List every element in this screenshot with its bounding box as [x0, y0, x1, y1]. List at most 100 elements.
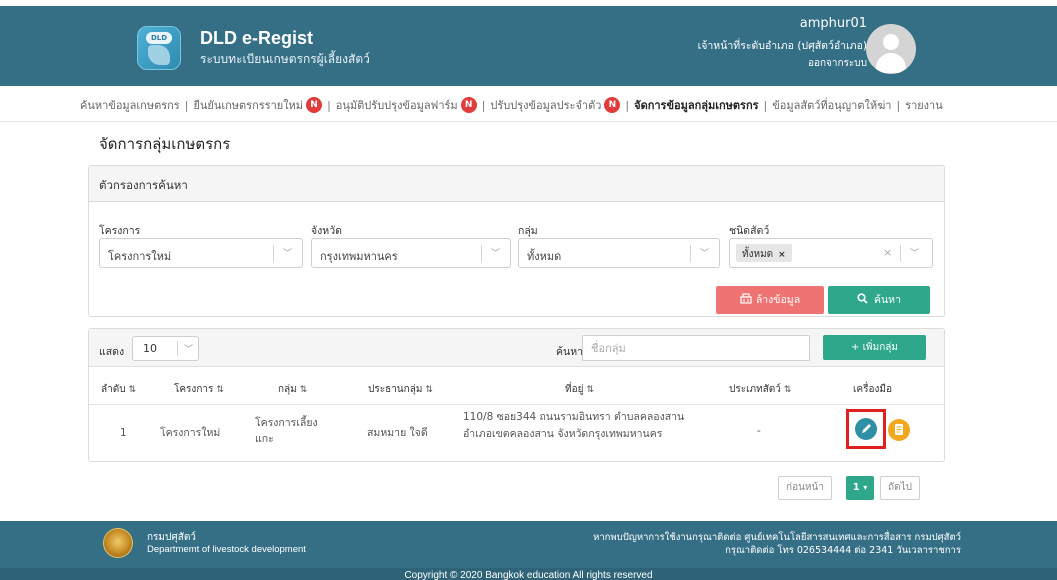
- column-header-animal-type[interactable]: ประเภทสัตว์ ⇅: [729, 382, 791, 397]
- logo-leaf-icon: [148, 45, 170, 65]
- select-divider: [481, 245, 482, 262]
- nav-item-manage-groups[interactable]: จัดการข้อมูลกลุ่มเกษตรกร: [634, 96, 758, 114]
- group-table-panel: แสดง 10 ﹀ ค้นหา : + เพิ่มกลุ่ม ลำดับ⇅ โค…: [88, 328, 945, 462]
- cell-address-line1: 110/8 ซอย344 ถนนรามอินทรา ตำบลคลองสาน: [463, 411, 685, 423]
- chevron-down-icon: ﹀: [491, 249, 501, 259]
- user-avatar-icon[interactable]: [866, 24, 916, 74]
- column-header-label: ลำดับ: [101, 384, 126, 395]
- province-select[interactable]: กรุงเทพมหานคร ﹀: [311, 238, 511, 268]
- sort-icon: ⇅: [783, 385, 792, 395]
- column-header-group[interactable]: กลุ่ม ⇅: [278, 382, 307, 397]
- copyright: Copyright © 2020 Bangkok education All r…: [0, 568, 1057, 580]
- filter-panel-title: ตัวกรองการค้นหา: [89, 166, 944, 202]
- next-page-button[interactable]: ถัดไป: [880, 476, 920, 500]
- column-header-index[interactable]: ลำดับ ⇅: [101, 382, 136, 397]
- app-header: DLD DLD e-Regist ระบบทะเบียนเกษตรกรผู้เล…: [0, 0, 1057, 86]
- table-toolbar: แสดง 10 ﹀ ค้นหา : + เพิ่มกลุ่ม: [89, 329, 944, 367]
- edit-highlight-box: [846, 409, 886, 449]
- current-page-select[interactable]: 1 ▾: [846, 476, 874, 500]
- sort-icon: ⇅: [216, 385, 224, 395]
- nav-item-approve-farm-update[interactable]: อนุมัติปรับปรุงข้อมูลฟาร์ม: [336, 96, 458, 114]
- column-header-label: ประเภทสัตว์: [729, 384, 781, 395]
- edit-button[interactable]: [855, 418, 877, 440]
- show-label: แสดง: [99, 346, 125, 358]
- sort-icon: ⇅: [425, 385, 433, 395]
- cell-group-line1: โครงการเลี้ยง: [255, 417, 318, 429]
- cell-animal-type: -: [757, 425, 761, 437]
- column-header-address[interactable]: ที่อยู่ ⇅: [565, 382, 594, 397]
- add-group-button[interactable]: + เพิ่มกลุ่ม: [823, 335, 926, 360]
- column-header-chairman[interactable]: ประธานกลุ่ม ⇅: [368, 382, 433, 397]
- tag-remove-icon[interactable]: ×: [778, 250, 786, 260]
- column-header-label: โครงการ: [174, 384, 214, 395]
- nav-item-confirm-new-farmer[interactable]: ยืนยันเกษตรกรรายใหม่: [193, 96, 303, 114]
- cell-address-line2: อำเภอเขตคลองสาน จังหวัดกรุงเทพมหานคร: [463, 428, 663, 440]
- nav-item-search-farmer[interactable]: ค้นหาข้อมูลเกษตรกร: [80, 96, 180, 114]
- nav-separator: |: [763, 98, 768, 112]
- chevron-down-icon: ﹀: [184, 345, 194, 355]
- sort-icon: ⇅: [586, 385, 595, 395]
- contact-line-2: กรุณาติดต่อ โทร 026534444 ต่อ 2341 วันเว…: [725, 545, 961, 556]
- logo-label: DLD: [146, 32, 172, 44]
- nav-separator: |: [184, 98, 189, 112]
- user-role: เจ้าหน้าที่ระดับอำเภอ (ปศุสัตว์อำเภอ): [697, 40, 867, 52]
- app-subtitle: ระบบทะเบียนเกษตรกรผู้เลี้ยงสัตว์: [200, 52, 370, 66]
- clear-selection-icon[interactable]: ×: [883, 246, 892, 259]
- chevron-down-icon: ▾: [863, 483, 868, 492]
- clear-button-label: ล้างข้อมูล: [755, 294, 801, 306]
- page-title: จัดการกลุ่มเกษตรกร: [99, 135, 231, 153]
- province-label: จังหวัด: [311, 225, 342, 237]
- nav-separator: |: [896, 98, 901, 112]
- view-document-button[interactable]: [888, 419, 910, 441]
- group-label: กลุ่ม: [518, 225, 538, 237]
- sort-icon: ⇅: [299, 385, 308, 395]
- column-header-project[interactable]: โครงการ ⇅: [174, 382, 224, 397]
- column-header-label: ที่อยู่: [565, 384, 584, 395]
- previous-page-button[interactable]: ก่อนหน้า: [778, 476, 832, 500]
- department-seal-logo: [103, 528, 133, 558]
- group-search-input[interactable]: [582, 335, 810, 361]
- logout-link[interactable]: ออกจากระบบ: [808, 56, 867, 71]
- filter-panel: ตัวกรองการค้นหา โครงการ โครงการใหม่ ﹀ จั…: [88, 165, 945, 317]
- chevron-down-icon: ﹀: [700, 249, 710, 259]
- cell-chairman: สมหมาย ใจดี: [367, 427, 428, 439]
- user-name: amphur01: [799, 16, 867, 31]
- pencil-icon: [862, 424, 871, 433]
- nav-items: ค้นหาข้อมูลเกษตรกร | ยืนยันเกษตรกรรายใหม…: [80, 96, 943, 114]
- table-row-divider: [89, 404, 944, 405]
- select-divider: [900, 245, 901, 262]
- animal-type-select[interactable]: ทั้งหมด × × ﹀: [729, 238, 933, 268]
- avatar-head: [883, 34, 899, 50]
- project-select[interactable]: โครงการใหม่ ﹀: [99, 238, 303, 268]
- current-page-number: 1: [852, 482, 860, 493]
- avatar-body: [876, 53, 906, 73]
- cell-index: 1: [120, 427, 127, 439]
- chevron-down-icon: ﹀: [910, 249, 920, 259]
- chevron-down-icon: ﹀: [283, 249, 293, 259]
- app-footer: กรมปศุสัตว์ Departmemt of livestock deve…: [0, 521, 1057, 580]
- app-title: DLD e-Regist: [200, 28, 314, 48]
- group-select[interactable]: ทั้งหมด ﹀: [518, 238, 720, 268]
- nav-item-reports[interactable]: รายงาน: [905, 96, 943, 114]
- select-divider: [690, 245, 691, 262]
- project-select-value: โครงการใหม่: [108, 250, 172, 263]
- select-divider: [177, 341, 178, 356]
- nav-separator: |: [481, 98, 486, 112]
- nav-item-slaughter-animals[interactable]: ข้อมูลสัตว์ที่อนุญาตให้ฆ่า: [772, 96, 891, 114]
- group-select-value: ทั้งหมด: [527, 250, 562, 263]
- nav-item-update-profile[interactable]: ปรับปรุงข้อมูลประจำตัว: [490, 96, 601, 114]
- cell-project: โครงการใหม่: [160, 427, 221, 439]
- dld-logo: DLD: [137, 26, 181, 70]
- page-size-select[interactable]: 10 ﹀: [132, 336, 199, 361]
- project-label: โครงการ: [99, 225, 141, 237]
- column-header-label: ประธานกลุ่ม: [368, 384, 423, 395]
- select-divider: [273, 245, 274, 262]
- nav-separator: |: [625, 98, 630, 112]
- column-header-tools: เครื่องมือ: [853, 384, 892, 395]
- main-nav: ค้นหาข้อมูลเกษตรกร | ยืนยันเกษตรกรรายใหม…: [0, 86, 1057, 122]
- clear-button[interactable]: ล้างข้อมูล: [716, 286, 824, 314]
- new-badge: N: [604, 97, 621, 113]
- eraser-icon: [740, 293, 752, 304]
- animal-type-tag-label: ทั้งหมด: [742, 249, 774, 260]
- search-button[interactable]: ค้นหา: [828, 286, 930, 314]
